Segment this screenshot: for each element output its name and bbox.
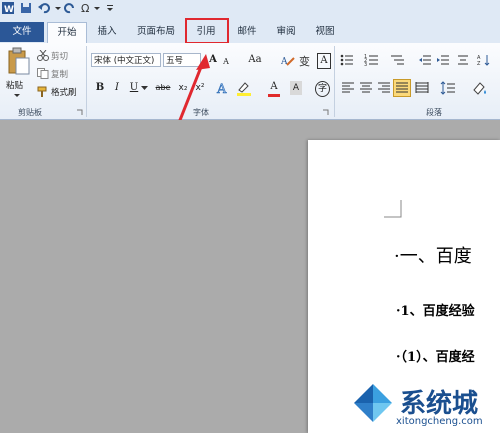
watermark-url: xitongcheng.com: [396, 416, 483, 427]
watermark-brand: 系统城: [400, 389, 479, 419]
heading-1: ·一、百度: [394, 246, 472, 267]
heading-3: ·（1）、百度经: [396, 350, 475, 365]
margin-corner-mark: [384, 200, 402, 218]
heading-2: ·1、百度经验: [396, 304, 475, 319]
xitongcheng-logo-icon: [350, 380, 396, 426]
